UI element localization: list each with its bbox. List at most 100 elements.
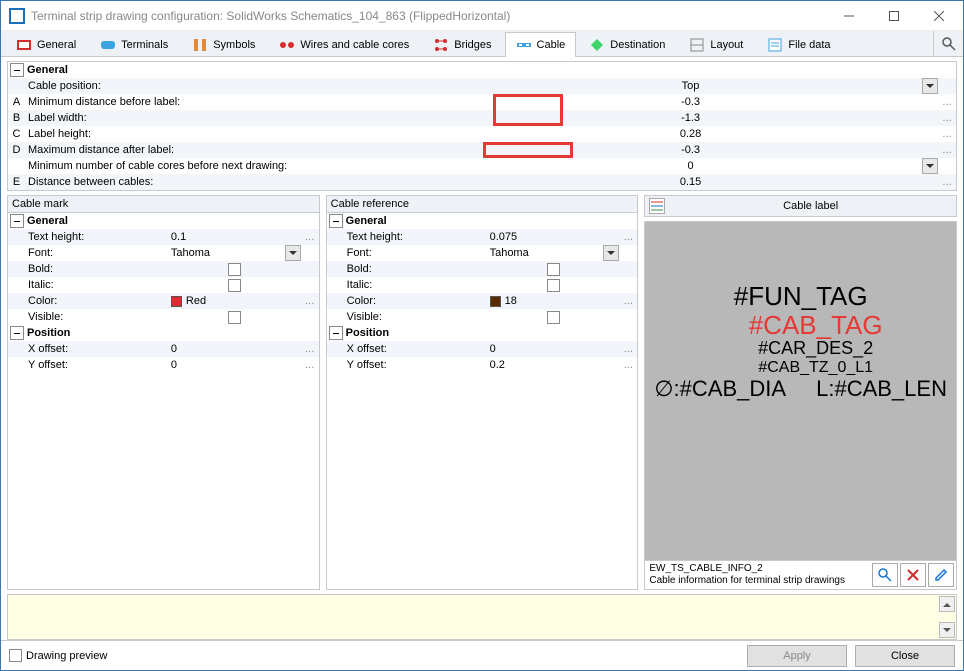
property-value[interactable]: 0.1 — [169, 229, 301, 245]
property-value[interactable]: 0 — [169, 357, 301, 373]
property-value[interactable]: -0.3 — [443, 94, 938, 110]
section-position: Position — [8, 325, 319, 341]
property-value[interactable]: 0.075 — [488, 229, 620, 245]
property-row[interactable]: Font:Tahoma — [327, 245, 638, 261]
property-value[interactable]: Tahoma — [488, 245, 620, 261]
property-row[interactable]: Color:Red... — [8, 293, 319, 309]
search-button[interactable] — [933, 31, 963, 56]
magnify-icon — [941, 36, 957, 52]
property-row[interactable]: CLabel height:0.28... — [8, 126, 956, 142]
property-label: Bold: — [26, 261, 169, 277]
ellipsis-button[interactable]: ... — [619, 293, 637, 309]
ellipsis-button[interactable]: ... — [619, 341, 637, 357]
property-value[interactable] — [169, 263, 301, 276]
property-row[interactable]: BLabel width:-1.3... — [8, 110, 956, 126]
ellipsis-button[interactable]: ... — [619, 357, 637, 373]
drawing-preview-checkbox[interactable]: Drawing preview — [9, 649, 107, 662]
property-value[interactable]: Tahoma — [169, 245, 301, 261]
ellipsis-button[interactable]: ... — [938, 126, 956, 142]
tab-wires[interactable]: Wires and cable cores — [268, 32, 420, 57]
collapse-toggle[interactable] — [329, 326, 343, 340]
close-dialog-button[interactable]: Close — [855, 645, 955, 667]
ellipsis-button[interactable]: ... — [301, 357, 319, 373]
minimize-button[interactable] — [826, 2, 871, 30]
maximize-button[interactable] — [871, 2, 916, 30]
ellipsis-button[interactable]: ... — [938, 174, 956, 190]
close-button[interactable] — [916, 2, 961, 30]
property-value[interactable]: 0 — [169, 341, 301, 357]
collapse-toggle[interactable] — [10, 63, 24, 77]
property-value[interactable]: Top — [443, 78, 938, 94]
property-row[interactable]: AMinimum distance before label:-0.3... — [8, 94, 956, 110]
property-value[interactable]: 18 — [488, 293, 620, 309]
property-row[interactable]: Y offset:0... — [8, 357, 319, 373]
hint-scroll-down[interactable] — [939, 622, 955, 638]
apply-button[interactable]: Apply — [747, 645, 847, 667]
zoom-button[interactable] — [872, 563, 898, 587]
property-row[interactable]: Font:Tahoma — [8, 245, 319, 261]
property-value[interactable]: 0.28 — [443, 126, 938, 142]
property-value[interactable]: 0.15 — [443, 174, 938, 190]
collapse-toggle[interactable] — [10, 214, 24, 228]
ellipsis-button[interactable]: ... — [938, 142, 956, 158]
edit-button[interactable] — [928, 563, 954, 587]
property-row[interactable]: Text height:0.075... — [327, 229, 638, 245]
tab-layout[interactable]: Layout — [678, 32, 754, 57]
ellipsis-button[interactable]: ... — [301, 341, 319, 357]
property-row[interactable]: DMaximum distance after label:-0.3... — [8, 142, 956, 158]
delete-button[interactable] — [900, 563, 926, 587]
property-row[interactable]: Visible: — [327, 309, 638, 325]
property-value[interactable] — [169, 279, 301, 292]
tab-general[interactable]: General — [5, 32, 87, 57]
property-value[interactable]: -0.3 — [443, 142, 938, 158]
collapse-toggle[interactable] — [10, 326, 24, 340]
property-row[interactable]: Text height:0.1... — [8, 229, 319, 245]
ellipsis-button[interactable]: ... — [938, 94, 956, 110]
property-row[interactable]: Cable position:Top — [8, 78, 956, 94]
property-row[interactable]: EDistance between cables:0.15... — [8, 174, 956, 190]
property-label: Color: — [345, 293, 488, 309]
property-row[interactable]: X offset:0... — [8, 341, 319, 357]
property-row[interactable]: Italic: — [8, 277, 319, 293]
tab-destination[interactable]: Destination — [578, 32, 676, 57]
property-row[interactable]: Minimum number of cable cores before nex… — [8, 158, 956, 174]
property-value[interactable]: 0 — [443, 158, 938, 174]
ellipsis-button[interactable]: ... — [619, 229, 637, 245]
chevron-down-icon[interactable] — [603, 245, 619, 261]
checkbox-icon — [547, 279, 560, 292]
collapse-toggle[interactable] — [329, 214, 343, 228]
property-row[interactable]: Bold: — [8, 261, 319, 277]
color-swatch-icon — [171, 296, 182, 307]
tab-label: Wires and cable cores — [300, 39, 409, 51]
ellipsis-button[interactable]: ... — [938, 110, 956, 126]
ellipsis-button[interactable]: ... — [301, 229, 319, 245]
property-row[interactable]: X offset:0... — [327, 341, 638, 357]
hint-scroll-up[interactable] — [939, 596, 955, 612]
property-label: Y offset: — [345, 357, 488, 373]
chevron-down-icon[interactable] — [285, 245, 301, 261]
chevron-down-icon[interactable] — [922, 158, 938, 174]
list-icon[interactable] — [649, 198, 665, 214]
property-label: Label height: — [26, 126, 443, 142]
ellipsis-button[interactable]: ... — [301, 293, 319, 309]
property-value[interactable] — [488, 279, 620, 292]
property-row[interactable]: Bold: — [327, 261, 638, 277]
property-value[interactable] — [169, 311, 301, 324]
property-value[interactable] — [488, 311, 620, 324]
property-row[interactable]: Italic: — [327, 277, 638, 293]
tab-bridges[interactable]: Bridges — [422, 32, 502, 57]
property-value[interactable]: Red — [169, 293, 301, 309]
hint-bar — [7, 594, 957, 640]
property-value[interactable]: 0.2 — [488, 357, 620, 373]
tab-cable[interactable]: Cable — [505, 32, 577, 57]
property-value[interactable] — [488, 263, 620, 276]
property-row[interactable]: Color:18... — [327, 293, 638, 309]
property-row[interactable]: Y offset:0.2... — [327, 357, 638, 373]
property-value[interactable]: -1.3 — [443, 110, 938, 126]
tab-filedata[interactable]: File data — [756, 32, 841, 57]
chevron-down-icon[interactable] — [922, 78, 938, 94]
property-value[interactable]: 0 — [488, 341, 620, 357]
tab-terminals[interactable]: Terminals — [89, 32, 179, 57]
tab-symbols[interactable]: Symbols — [181, 32, 266, 57]
property-row[interactable]: Visible: — [8, 309, 319, 325]
